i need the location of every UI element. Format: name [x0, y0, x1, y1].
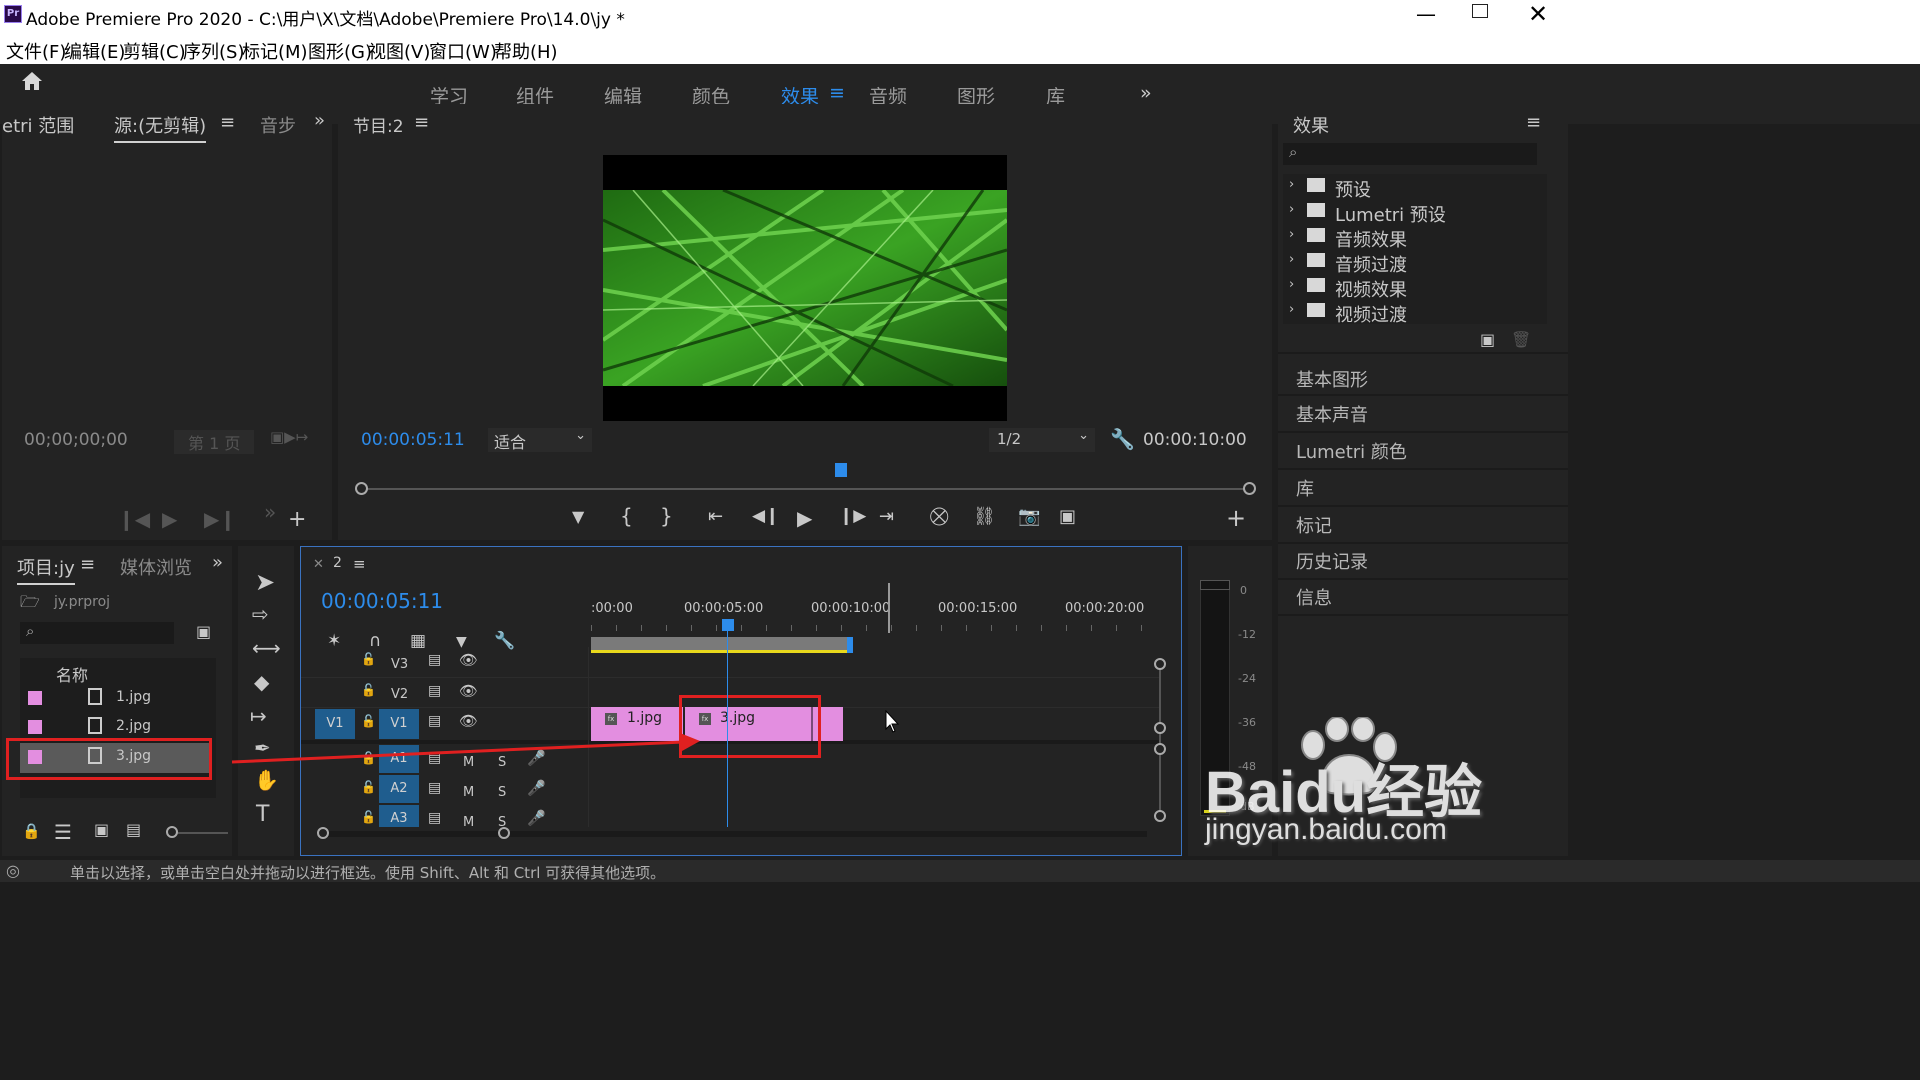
status-text: 单击以选择，或单击空白处并拖动以进行框选。使用 Shift、Alt 和 Ctrl…: [70, 864, 666, 882]
meter-clip-indicator: [1200, 580, 1230, 590]
meter-scale-label: -24: [1238, 672, 1256, 685]
baidu-jingyan-watermark: Baidu经验 jingyan.baidu.com: [1205, 715, 1505, 855]
meter-scale-label: -12: [1238, 628, 1256, 641]
meter-scale-label: 0: [1240, 584, 1247, 597]
status-bar: ◎ 单击以选择，或单击空白处并拖动以进行框选。使用 Shift、Alt 和 Ct…: [0, 860, 1920, 1080]
status-indicator-icon: ◎: [6, 861, 20, 880]
watermark-url: jingyan.baidu.com: [1205, 813, 1447, 846]
